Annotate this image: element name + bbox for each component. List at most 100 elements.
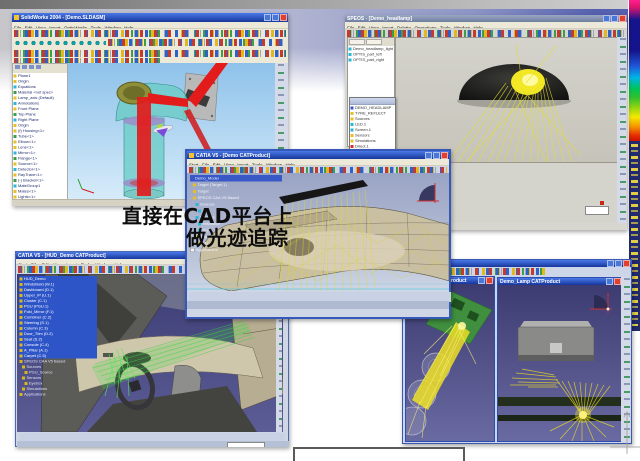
menu-item[interactable]: Insert	[66, 262, 77, 265]
menu-item[interactable]: Help	[114, 262, 123, 265]
menu-item[interactable]: Tools	[252, 162, 263, 166]
tree-item-label: Demo_Model	[195, 176, 219, 181]
menu-item[interactable]: Tools	[91, 25, 102, 29]
tree-item-label: RayTrace<1>	[18, 173, 42, 178]
menu-item[interactable]: Edit	[213, 162, 221, 166]
menu-item[interactable]: Help	[285, 162, 294, 166]
menu-item[interactable]: Start	[189, 162, 199, 166]
speos-viewport[interactable]	[395, 37, 619, 163]
tree-item-icon	[25, 382, 28, 385]
solidworks-titlebar[interactable]: SolidWorks 2004 - [Demo.SLDASM]	[12, 13, 288, 22]
panel-tabs[interactable]	[348, 38, 394, 46]
optics-tools-icons[interactable]	[14, 39, 106, 47]
minimize-button[interactable]	[478, 277, 485, 284]
palette-item-label: DEMO_HEADLAMP	[355, 106, 391, 111]
menu-item[interactable]: Window	[95, 262, 111, 265]
menu-item[interactable]: Edit	[25, 25, 33, 29]
menu-item[interactable]: View	[224, 162, 234, 166]
tree-item-label: Carpet (C.5)	[24, 354, 46, 359]
menu-item[interactable]: View	[36, 25, 46, 29]
tree-item-icon	[14, 162, 17, 165]
menu-item[interactable]: Start	[18, 262, 28, 265]
menu-item[interactable]: Help	[124, 25, 133, 29]
slide-top-bar	[0, 0, 628, 9]
tree-item-icon	[14, 74, 17, 77]
tree-item[interactable]: Applications	[19, 392, 97, 398]
tree-item-label: (-) Bracket<1>	[18, 178, 44, 183]
catia-hud-tree[interactable]: HUD_Demo Windshield (W.1) Dashboard (D.1…	[19, 276, 97, 426]
palette-item-icon	[351, 128, 354, 131]
tree-item-icon	[22, 376, 25, 379]
feature-tree-tabs[interactable]	[13, 64, 67, 73]
value-input[interactable]	[585, 206, 609, 215]
menu-item[interactable]: File	[31, 262, 38, 265]
maximize-button[interactable]	[615, 260, 622, 267]
close-button[interactable]	[486, 277, 493, 284]
menu-item[interactable]: Help	[474, 25, 483, 29]
menu-item[interactable]: Insert	[49, 25, 60, 29]
maximize-button[interactable]	[611, 15, 618, 22]
menu-item[interactable]: File	[347, 25, 354, 29]
menu-item[interactable]: Window	[105, 25, 121, 29]
feature-tree-panel[interactable]: Plane1 Origin Equations Material <not sp…	[12, 63, 68, 201]
tree-item-label: Elbow<1>	[18, 140, 36, 145]
tree-item-icon	[20, 299, 23, 302]
view-toolbar-row[interactable]	[14, 50, 286, 57]
coordinate-box[interactable]	[227, 442, 265, 447]
tree-item-icon	[25, 371, 28, 374]
close-button[interactable]	[280, 14, 287, 21]
catia-center-statusbar: Select an object or a command	[187, 301, 449, 309]
close-button[interactable]	[623, 260, 630, 267]
menu-item[interactable]: Palette	[397, 25, 411, 29]
tree-item-icon	[193, 190, 196, 193]
close-button[interactable]	[619, 15, 626, 22]
tree-item-label: Cluster (C.1)	[24, 299, 47, 304]
menu-item[interactable]: File	[202, 162, 209, 166]
speos-toolbar[interactable]	[347, 30, 625, 37]
menu-item[interactable]: Edit	[42, 262, 50, 265]
menu-item[interactable]: View	[369, 25, 379, 29]
tree-item-icon	[14, 85, 17, 88]
minimize-button[interactable]	[603, 15, 610, 22]
speos-titlebar[interactable]: SPEOS - [Demo_headlamp]	[345, 15, 627, 22]
palette-item-icon	[351, 139, 354, 142]
tree-item-icon	[14, 135, 17, 138]
close-button[interactable]	[441, 152, 448, 159]
tree-item[interactable]: OPTIS_part_right	[348, 57, 394, 63]
minimize-button[interactable]	[607, 260, 614, 267]
menu-item[interactable]: Tools	[440, 25, 451, 29]
minimize-button[interactable]	[264, 14, 271, 21]
lamp-child-titlebar[interactable]: Demo_Lamp CATProduct	[498, 278, 622, 285]
palette-item-label: LED.1	[355, 122, 366, 127]
minimize-button[interactable]	[606, 278, 613, 285]
maximize-button[interactable]	[272, 14, 279, 21]
tree-item-label: PGU (PGU.1)	[24, 304, 48, 309]
tree-item-icon	[14, 91, 17, 94]
menu-item[interactable]: Tools	[81, 262, 92, 265]
toolbar-icons[interactable]	[108, 39, 284, 46]
menu-item[interactable]: OptisWorks	[64, 25, 87, 29]
menu-item[interactable]: Insert	[382, 25, 393, 29]
tree-item-label: Column (C.3)	[24, 326, 48, 331]
close-button[interactable]	[614, 278, 621, 285]
speos-side-tools[interactable]	[617, 37, 626, 223]
menu-item[interactable]: Window	[266, 162, 282, 166]
caption-line1: 直接在CAD平台上	[122, 205, 293, 227]
optisworks-toolbar[interactable]	[12, 38, 288, 47]
menu-item[interactable]: File	[14, 25, 21, 29]
menu-item[interactable]: Edit	[358, 25, 366, 29]
menu-item[interactable]: View	[53, 262, 63, 265]
menu-item[interactable]: Operations	[414, 25, 436, 29]
tree-item-label: Mirror<1>	[18, 151, 35, 156]
menu-item[interactable]: Window	[454, 25, 470, 29]
maximize-button[interactable]	[433, 152, 440, 159]
tree-item[interactable]: Demo_headlamp_light	[348, 46, 394, 52]
tree-item-label: Console (C.4)	[24, 343, 49, 348]
standard-toolbar[interactable]	[14, 30, 286, 37]
window-title: Demo_Lamp CATProduct	[500, 279, 560, 285]
catia-center-titlebar[interactable]: CATIA V5 - [Demo CATProduct]	[187, 151, 449, 159]
palette-item[interactable]: DEMO_HEADLAMP	[350, 105, 395, 111]
menu-item[interactable]: Insert	[237, 162, 248, 166]
tree-item-label: Target (Target.1)	[198, 183, 227, 188]
minimize-button[interactable]	[425, 152, 432, 159]
